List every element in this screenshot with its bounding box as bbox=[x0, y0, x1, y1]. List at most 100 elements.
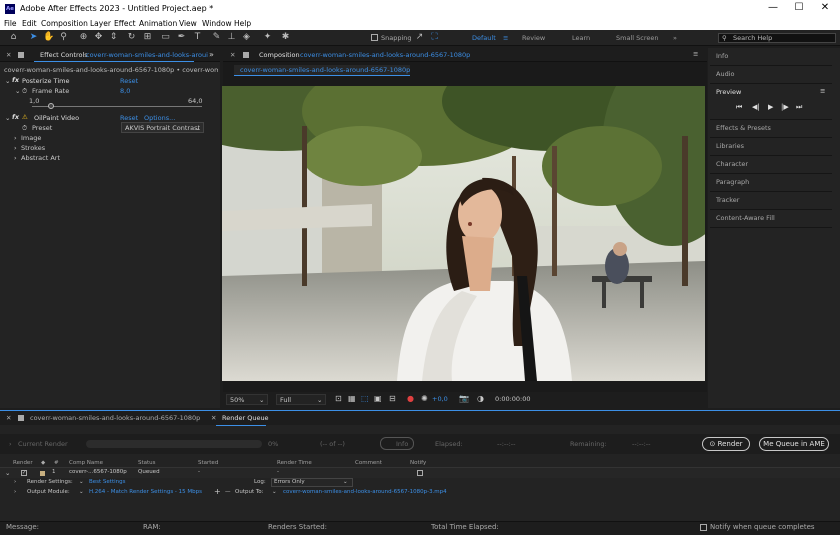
anchor-tool-icon[interactable]: ⊞ bbox=[142, 32, 153, 43]
notify-queue-checkbox[interactable] bbox=[700, 524, 707, 531]
frame-rate-expand-icon[interactable]: ⌄ bbox=[15, 87, 20, 95]
play-icon[interactable]: ▶ bbox=[768, 103, 773, 111]
minimize-button[interactable]: — bbox=[763, 2, 783, 13]
col-render[interactable]: Render bbox=[13, 460, 33, 466]
snapping-checkbox[interactable] bbox=[371, 34, 378, 41]
exposure-value[interactable]: +0,0 bbox=[432, 395, 448, 403]
content-aware-fill-panel[interactable]: Content-Aware Fill bbox=[710, 210, 832, 228]
expand-icon[interactable]: › bbox=[9, 440, 12, 448]
menu-effect[interactable]: Effect bbox=[114, 19, 136, 28]
menu-layer[interactable]: Layer bbox=[90, 19, 111, 28]
region-of-interest-icon[interactable]: ⬚ bbox=[361, 394, 369, 403]
menu-window[interactable]: Window bbox=[202, 19, 232, 28]
output-module-value[interactable]: H.264 - Match Render Settings - 15 Mbps bbox=[89, 489, 202, 495]
col-started[interactable]: Started bbox=[198, 460, 218, 466]
col-number[interactable]: # bbox=[54, 460, 59, 466]
close-tab-icon[interactable]: ✕ bbox=[6, 51, 11, 59]
composition-sub-tab[interactable]: coverr-woman-smiles-and-looks-around-656… bbox=[234, 65, 410, 76]
snapshot-camera-icon[interactable]: 📷 bbox=[459, 394, 469, 403]
menu-help[interactable]: Help bbox=[234, 19, 251, 28]
composition-tab[interactable]: Composition bbox=[259, 51, 300, 59]
resolution-dropdown[interactable]: Full ⌄ bbox=[276, 394, 326, 405]
col-notify[interactable]: Notify bbox=[410, 460, 426, 466]
expand-icon[interactable]: › bbox=[14, 479, 16, 485]
effects-presets-panel[interactable]: Effects & Presets bbox=[710, 120, 832, 138]
snap-edges-icon[interactable]: ↗ bbox=[414, 32, 425, 43]
label-color-swatch[interactable] bbox=[40, 471, 45, 476]
workspace-default[interactable]: Default bbox=[472, 34, 496, 42]
col-comment[interactable]: Comment bbox=[355, 460, 382, 466]
menu-file[interactable]: File bbox=[4, 19, 17, 28]
rotate-tool-icon[interactable]: ↻ bbox=[126, 32, 137, 43]
previous-frame-icon[interactable]: ◀| bbox=[752, 103, 760, 111]
col-status[interactable]: Status bbox=[138, 460, 156, 466]
close-tab-icon[interactable]: ✕ bbox=[6, 414, 11, 422]
rectangle-tool-icon[interactable]: ▭ bbox=[160, 32, 171, 43]
brush-tool-icon[interactable]: ✎ bbox=[211, 32, 222, 43]
oilpaint-options-button[interactable]: Options... bbox=[144, 114, 175, 122]
posterize-expand-icon[interactable]: ⌄ bbox=[5, 77, 10, 85]
strokes-group-label[interactable]: Strokes bbox=[21, 144, 45, 152]
timeline-tab[interactable]: coverr-woman-smiles-and-looks-around-656… bbox=[30, 414, 200, 422]
guides-icon[interactable]: ⊟ bbox=[389, 394, 396, 403]
expand-icon[interactable]: › bbox=[14, 489, 16, 495]
zoom-tool-icon[interactable]: ⚲ bbox=[58, 32, 69, 43]
first-frame-icon[interactable]: ⏮ bbox=[736, 103, 742, 112]
menu-composition[interactable]: Composition bbox=[41, 19, 88, 28]
frame-rate-value[interactable]: 8,0 bbox=[120, 87, 130, 95]
workspace-menu-icon[interactable]: ≡ bbox=[503, 34, 508, 42]
menu-edit[interactable]: Edit bbox=[22, 19, 37, 28]
preset-dropdown[interactable]: AKVIS Portrait Contrast ⌄ bbox=[121, 122, 204, 133]
chevron-down-icon[interactable]: ⌄ bbox=[272, 489, 277, 495]
render-queue-tab[interactable]: Render Queue bbox=[222, 414, 269, 422]
effect-controls-tab[interactable]: Effect Controls bbox=[40, 51, 88, 59]
preview-panel[interactable]: Preview ≡ ⏮ ◀| ▶ |▶ ⏭ bbox=[710, 84, 832, 120]
close-tab-icon[interactable]: ✕ bbox=[211, 414, 216, 422]
home-icon[interactable]: ⌂ bbox=[8, 32, 19, 43]
paragraph-panel[interactable]: Paragraph bbox=[710, 174, 832, 192]
hand-tool-icon[interactable]: ✋ bbox=[43, 32, 54, 43]
fx-icon[interactable]: fx bbox=[12, 113, 19, 121]
pen-tool-icon[interactable]: ✒ bbox=[176, 32, 187, 43]
snap-features-icon[interactable]: ⛶ bbox=[429, 32, 440, 43]
remove-output-module-icon[interactable]: — bbox=[225, 489, 231, 495]
menu-view[interactable]: View bbox=[179, 19, 197, 28]
roto-brush-icon[interactable]: ✦ bbox=[262, 32, 273, 43]
close-tab-icon[interactable]: ✕ bbox=[230, 51, 235, 59]
panel-menu-icon[interactable]: ≡ bbox=[820, 87, 825, 95]
info-button[interactable]: Info bbox=[380, 437, 414, 450]
oilpaint-expand-icon[interactable]: ⌄ bbox=[5, 114, 10, 122]
abstract-art-group-label[interactable]: Abstract Art bbox=[21, 154, 60, 162]
close-button[interactable]: ✕ bbox=[815, 2, 835, 13]
dolly-camera-icon[interactable]: ⇕ bbox=[108, 32, 119, 43]
render-checkbox[interactable]: ✓ bbox=[21, 470, 27, 476]
abstract-art-group-expand-icon[interactable]: › bbox=[14, 154, 17, 162]
image-group-label[interactable]: Image bbox=[21, 134, 41, 142]
workspace-review[interactable]: Review bbox=[522, 34, 545, 42]
zoom-dropdown[interactable]: 50% ⌄ bbox=[226, 394, 268, 405]
next-frame-icon[interactable]: |▶ bbox=[781, 103, 789, 111]
fx-icon[interactable]: fx bbox=[12, 76, 19, 84]
composition-viewer[interactable] bbox=[222, 86, 705, 381]
more-workspaces-icon[interactable]: » bbox=[673, 34, 677, 42]
panel-overflow-icon[interactable]: » bbox=[209, 50, 214, 59]
strokes-group-expand-icon[interactable]: › bbox=[14, 144, 17, 152]
audio-panel[interactable]: Audio bbox=[710, 66, 832, 84]
frame-rate-slider-track[interactable] bbox=[32, 106, 202, 107]
channels-icon[interactable]: ● bbox=[407, 394, 414, 403]
render-button[interactable]: ⊙ Render bbox=[702, 437, 750, 451]
clone-stamp-icon[interactable]: ⊥ bbox=[226, 32, 237, 43]
expand-item-icon[interactable]: ⌄ bbox=[5, 469, 10, 477]
image-group-expand-icon[interactable]: › bbox=[14, 134, 17, 142]
log-dropdown[interactable]: Errors Only ⌄ bbox=[271, 478, 353, 487]
output-to-value[interactable]: coverr-woman-smiles-and-looks-around-656… bbox=[283, 489, 447, 495]
type-tool-icon[interactable]: T bbox=[192, 32, 203, 43]
frame-rate-slider-handle[interactable] bbox=[47, 103, 54, 109]
queue-in-ame-button[interactable]: Me Queue in AME bbox=[759, 437, 829, 451]
fast-previews-icon[interactable]: ⊡ bbox=[335, 394, 342, 403]
tracker-panel[interactable]: Tracker bbox=[710, 192, 832, 210]
notify-checkbox[interactable] bbox=[417, 470, 423, 476]
oilpaint-reset-button[interactable]: Reset bbox=[120, 114, 138, 122]
maximize-button[interactable]: ☐ bbox=[789, 2, 809, 13]
col-comp-name[interactable]: Comp Name bbox=[69, 460, 103, 466]
